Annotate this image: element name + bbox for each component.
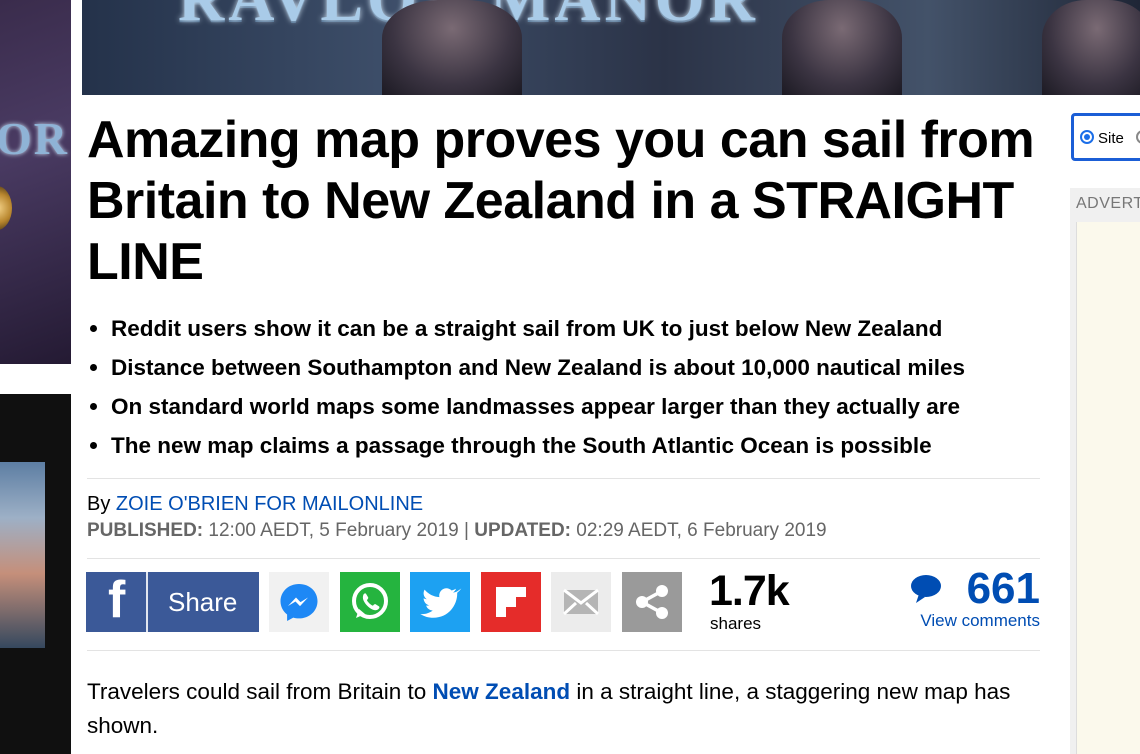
site-search-scope: Site bbox=[1071, 113, 1140, 161]
facebook-share-label: Share bbox=[168, 587, 238, 617]
bullet-dot bbox=[90, 364, 97, 371]
top-banner-ad[interactable]: RAVLOV MANOR bbox=[82, 0, 1140, 95]
left-ad-emblem bbox=[0, 186, 12, 230]
advert-container: ADVERT bbox=[1070, 188, 1140, 754]
summary-bullet: The new map claims a passage through the… bbox=[87, 426, 1047, 465]
updated-label: UPDATED: bbox=[474, 520, 571, 541]
comment-bubble-icon bbox=[911, 575, 941, 603]
article-dates: PUBLISHED: 12:00 AEDT, 5 February 2019 |… bbox=[87, 520, 827, 542]
web-radio-button[interactable] bbox=[1136, 130, 1140, 144]
new-zealand-link[interactable]: New Zealand bbox=[433, 679, 571, 704]
summary-bullet-text: Distance between Southampton and New Zea… bbox=[111, 355, 965, 380]
bullet-dot bbox=[90, 403, 97, 410]
twitter-share-button[interactable] bbox=[410, 572, 470, 632]
whatsapp-share-button[interactable] bbox=[340, 572, 400, 632]
article-summary-list: Reddit users show it can be a straight s… bbox=[87, 309, 1047, 465]
byline: By ZOIE O'BRIEN FOR MAILONLINE bbox=[87, 493, 423, 516]
whatsapp-icon bbox=[352, 583, 388, 619]
divider bbox=[87, 558, 1040, 559]
summary-bullet: Reddit users show it can be a straight s… bbox=[87, 309, 1047, 348]
summary-bullet-text: On standard world maps some landmasses a… bbox=[111, 394, 961, 419]
left-ad-scene bbox=[0, 462, 45, 648]
byline-prefix: By bbox=[87, 493, 111, 515]
more-share-button[interactable] bbox=[622, 572, 682, 632]
advert-slot[interactable] bbox=[1076, 222, 1140, 754]
messenger-share-button[interactable] bbox=[269, 572, 329, 632]
more-share-icon bbox=[636, 585, 668, 619]
author-link[interactable]: ZOIE O'BRIEN FOR MAILONLINE bbox=[116, 493, 423, 515]
divider bbox=[87, 478, 1040, 479]
bullet-dot bbox=[90, 325, 97, 332]
email-share-button[interactable] bbox=[551, 572, 611, 632]
article-body-paragraph: Travelers could sail from Britain to New… bbox=[87, 675, 1047, 743]
date-separator: | bbox=[464, 520, 469, 541]
left-ad-logo: OR bbox=[0, 113, 69, 164]
email-icon bbox=[562, 588, 600, 616]
divider bbox=[87, 650, 1040, 651]
advert-label: ADVERT bbox=[1076, 195, 1140, 212]
updated-date: 02:29 AEDT, 6 February 2019 bbox=[576, 520, 827, 541]
summary-bullet: Distance between Southampton and New Zea… bbox=[87, 348, 1047, 387]
body-text-start: Travelers could sail from Britain to bbox=[87, 679, 427, 704]
banner-figure bbox=[382, 0, 522, 95]
banner-figure bbox=[782, 0, 902, 95]
summary-bullet-text: The new map claims a passage through the… bbox=[111, 433, 932, 458]
published-date: 12:00 AEDT, 5 February 2019 bbox=[208, 520, 459, 541]
twitter-icon bbox=[420, 588, 462, 618]
comment-count[interactable]: 661 bbox=[967, 564, 1040, 614]
facebook-share-button[interactable]: f Share bbox=[86, 571, 259, 632]
share-count-label: shares bbox=[710, 614, 762, 633]
article-headline: Amazing map proves you can sail from Bri… bbox=[87, 111, 1035, 291]
facebook-separator bbox=[146, 572, 148, 632]
site-radio-button[interactable] bbox=[1080, 130, 1094, 144]
summary-bullet: On standard world maps some landmasses a… bbox=[87, 387, 1047, 426]
facebook-icon: f bbox=[108, 571, 126, 629]
bullet-dot bbox=[90, 442, 97, 449]
messenger-icon bbox=[280, 584, 318, 621]
flipboard-icon bbox=[496, 587, 526, 617]
summary-bullet-text: Reddit users show it can be a straight s… bbox=[111, 316, 943, 341]
banner-figure bbox=[1042, 0, 1140, 95]
published-label: PUBLISHED: bbox=[87, 520, 204, 541]
left-ad-artwork[interactable]: OR bbox=[0, 0, 71, 364]
view-comments-link[interactable]: View comments bbox=[920, 611, 1040, 631]
flipboard-share-button[interactable] bbox=[481, 572, 541, 632]
share-count: 1.7k bbox=[709, 567, 790, 615]
left-ad-lower-artwork[interactable] bbox=[0, 394, 71, 754]
site-radio-label: Site bbox=[1098, 130, 1124, 147]
